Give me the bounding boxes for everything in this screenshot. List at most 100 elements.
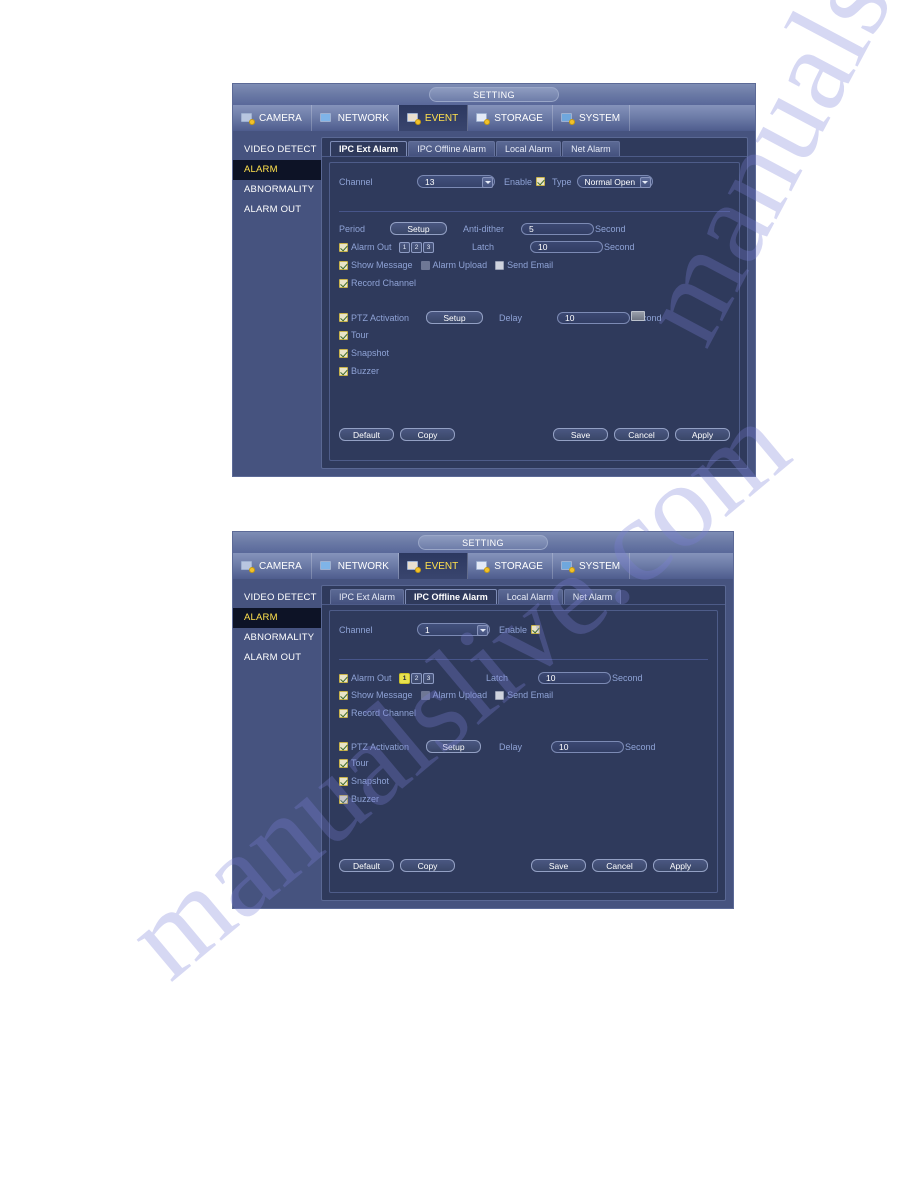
alarm-out-label: Alarm Out xyxy=(351,242,392,252)
menu-item-network[interactable]: NETWORK xyxy=(312,105,399,131)
tab-local-alarm[interactable]: Local Alarm xyxy=(497,589,563,604)
enable-checkbox[interactable] xyxy=(531,625,541,634)
tab-ipc-ext-alarm[interactable]: IPC Ext Alarm xyxy=(330,141,408,156)
ptz-activation-checkbox[interactable] xyxy=(339,313,348,322)
delay-input[interactable]: 10 xyxy=(557,311,630,324)
latch-input[interactable]: 10 xyxy=(538,672,611,684)
delay-unit: Second xyxy=(625,741,656,752)
window1-sidebar: VIDEO DETECT ALARM ABNORMALITY ALARM OUT xyxy=(233,131,321,476)
alarm-out-chips[interactable]: 1 2 3 xyxy=(399,672,456,684)
copy-button[interactable]: Copy xyxy=(400,859,455,872)
anti-dither-label: Anti-dither xyxy=(463,223,505,234)
delay-input[interactable]: 10 xyxy=(551,740,624,753)
system-icon xyxy=(560,560,575,573)
apply-button[interactable]: Apply xyxy=(653,859,708,872)
tab-local-alarm[interactable]: Local Alarm xyxy=(496,141,562,156)
channel-select[interactable]: 13 xyxy=(417,175,495,188)
alarm-out-chips[interactable]: 1 2 3 xyxy=(399,241,456,253)
enable-label: Enable xyxy=(504,176,533,187)
sidebar-item-video-detect[interactable]: VIDEO DETECT xyxy=(233,588,321,608)
menu-item-storage[interactable]: STORAGE xyxy=(468,553,553,579)
snapshot-checkbox[interactable] xyxy=(339,348,348,358)
sidebar-item-alarm-out[interactable]: ALARM OUT xyxy=(233,200,321,220)
alarm-out-checkbox[interactable] xyxy=(339,242,348,252)
type-select[interactable]: Normal Open xyxy=(576,175,653,188)
snapshot-label: Snapshot xyxy=(351,348,390,358)
menu-item-event-label: EVENT xyxy=(424,112,459,124)
network-icon xyxy=(319,560,334,572)
tab-net-alarm[interactable]: Net Alarm xyxy=(563,589,622,604)
window1-title: SETTING xyxy=(429,87,559,102)
alarm-out-chip[interactable]: 1 xyxy=(399,241,410,253)
show-message-checkbox[interactable] xyxy=(339,260,348,270)
ptz-setup-button[interactable]: Setup xyxy=(426,311,483,324)
camera-icon xyxy=(241,560,255,573)
show-message-checkbox[interactable] xyxy=(339,690,348,700)
tour-label: Tour xyxy=(351,758,369,768)
ptz-activation-checkbox[interactable] xyxy=(339,742,348,751)
sidebar-item-alarm[interactable]: ALARM xyxy=(233,160,321,180)
window2-form: Channel 1 Enable Alarm Out 1 2 3 Latch 1… xyxy=(329,610,718,893)
anti-dither-unit: Second xyxy=(595,223,626,234)
alarm-upload-checkbox[interactable] xyxy=(420,260,430,270)
channel-select[interactable]: 1 xyxy=(417,623,490,636)
sidebar-item-abnormality[interactable]: ABNORMALITY xyxy=(233,180,321,200)
mouse-cursor-artifact xyxy=(631,311,645,321)
event-icon xyxy=(406,560,421,573)
sidebar-item-alarm[interactable]: ALARM xyxy=(233,608,321,628)
alarm-out-checkbox[interactable] xyxy=(339,673,348,683)
enable-checkbox[interactable] xyxy=(536,177,546,186)
sidebar-item-video-detect[interactable]: VIDEO DETECT xyxy=(233,140,321,160)
alarm-upload-checkbox[interactable] xyxy=(420,690,430,700)
menu-item-storage-label: STORAGE xyxy=(494,112,543,124)
menu-item-system[interactable]: SYSTEM xyxy=(553,105,631,131)
tour-checkbox[interactable] xyxy=(339,758,348,768)
ptz-setup-button[interactable]: Setup xyxy=(426,740,481,753)
cancel-button[interactable]: Cancel xyxy=(592,859,647,872)
save-button[interactable]: Save xyxy=(553,428,608,441)
tour-checkbox[interactable] xyxy=(339,330,348,340)
menu-item-network-label: NETWORK xyxy=(337,560,389,572)
tab-ipc-offline-alarm[interactable]: IPC Offline Alarm xyxy=(405,589,497,604)
alarm-out-chip[interactable]: 2 xyxy=(411,241,422,253)
record-channel-checkbox[interactable] xyxy=(339,278,348,288)
send-email-checkbox[interactable] xyxy=(495,690,505,700)
tab-ipc-ext-alarm[interactable]: IPC Ext Alarm xyxy=(330,589,405,604)
send-email-checkbox[interactable] xyxy=(495,260,505,270)
menu-item-event[interactable]: EVENT xyxy=(398,105,469,131)
menu-item-storage[interactable]: STORAGE xyxy=(468,105,553,131)
buzzer-checkbox[interactable] xyxy=(339,794,348,804)
menu-item-event[interactable]: EVENT xyxy=(398,553,469,579)
default-button[interactable]: Default xyxy=(339,428,394,441)
apply-button[interactable]: Apply xyxy=(675,428,730,441)
sidebar-item-alarm-out[interactable]: ALARM OUT xyxy=(233,648,321,668)
menu-item-system[interactable]: SYSTEM xyxy=(553,553,631,579)
menu-item-camera[interactable]: CAMERA xyxy=(233,553,312,579)
menu-item-system-label: SYSTEM xyxy=(578,112,621,124)
latch-label: Latch xyxy=(486,673,509,683)
delay-label: Delay xyxy=(499,312,523,323)
alarm-out-chip[interactable]: 3 xyxy=(423,241,434,253)
channel-select-value: 1 xyxy=(425,624,430,635)
record-channel-checkbox[interactable] xyxy=(339,708,348,718)
cancel-button[interactable]: Cancel xyxy=(614,428,669,441)
alarm-out-chip[interactable]: 1 xyxy=(399,672,410,684)
copy-button[interactable]: Copy xyxy=(400,428,455,441)
latch-input[interactable]: 10 xyxy=(530,241,603,253)
alarm-out-chip[interactable]: 3 xyxy=(423,672,434,684)
sidebar-item-abnormality[interactable]: ABNORMALITY xyxy=(233,628,321,648)
menu-item-camera-label: CAMERA xyxy=(259,112,302,124)
tab-ipc-offline-alarm[interactable]: IPC Offline Alarm xyxy=(408,141,496,156)
buzzer-checkbox[interactable] xyxy=(339,366,348,376)
default-button[interactable]: Default xyxy=(339,859,394,872)
period-setup-button[interactable]: Setup xyxy=(390,222,447,235)
menu-item-storage-label: STORAGE xyxy=(494,560,543,572)
anti-dither-input[interactable]: 5 xyxy=(521,222,594,235)
tab-net-alarm[interactable]: Net Alarm xyxy=(562,141,620,156)
alarm-out-chip[interactable]: 2 xyxy=(411,672,422,684)
menu-item-network[interactable]: NETWORK xyxy=(312,553,399,579)
window1-content: IPC Ext Alarm IPC Offline Alarm Local Al… xyxy=(321,137,748,469)
menu-item-camera[interactable]: CAMERA xyxy=(233,105,312,131)
save-button[interactable]: Save xyxy=(531,859,586,872)
snapshot-checkbox[interactable] xyxy=(339,776,348,786)
